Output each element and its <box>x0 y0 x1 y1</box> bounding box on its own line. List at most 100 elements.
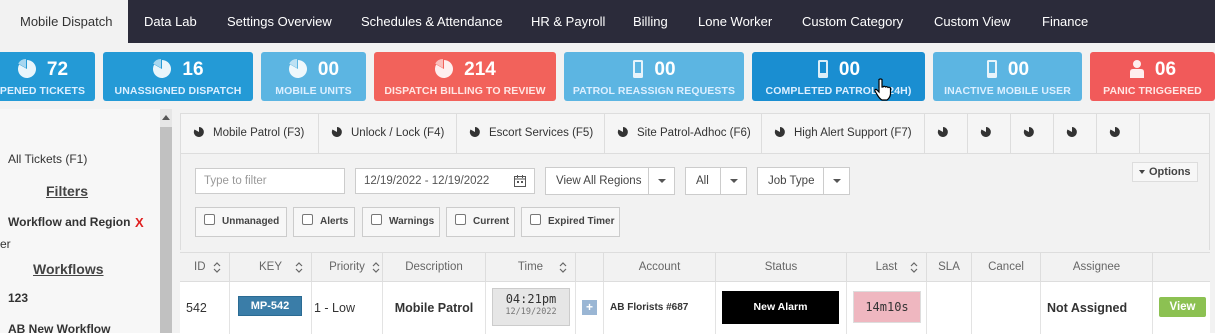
card-panic-triggered[interactable]: 06 PANIC TRIGGERED <box>1090 52 1215 101</box>
status-badge: New Alarm <box>722 291 839 324</box>
scroll-up-icon[interactable] <box>162 115 170 120</box>
all-select-value: All <box>696 175 709 187</box>
unmanaged-checkbox[interactable]: Unmanaged <box>195 207 287 237</box>
column-header-last[interactable]: Last <box>847 253 927 282</box>
column-header-cancel[interactable]: Cancel <box>972 253 1041 282</box>
tab-label: Site Patrol-Adhoc (F6) <box>637 127 751 139</box>
time-value: 04:21pm <box>505 292 557 306</box>
column-header-description[interactable]: Description <box>383 253 486 282</box>
card-label: UNASSIGNED DISPATCH <box>114 85 242 97</box>
pie-chart-icon <box>469 127 480 137</box>
sort-icon[interactable] <box>372 262 380 273</box>
date-range-input[interactable]: 12/19/2022 - 12/19/2022 <box>355 168 535 194</box>
column-header-status[interactable]: Status <box>716 253 847 282</box>
view-button[interactable]: View <box>1159 297 1206 317</box>
table-row[interactable]: 542 MP-542 1 - Low Mobile Patrol 04:21pm… <box>180 281 1210 334</box>
checkbox-box[interactable] <box>204 214 215 225</box>
filter-bar: Type to filter 12/19/2022 - 12/19/2022 V… <box>180 154 1210 250</box>
tab-settings-overview[interactable]: Settings Overview <box>227 0 332 43</box>
scrollbar-thumb[interactable] <box>160 127 172 333</box>
tab-extra-5[interactable] <box>1097 114 1140 153</box>
job-type-select[interactable]: Job Type <box>757 167 850 195</box>
sidebar-item-workflow-region[interactable]: Workflow and Region <box>8 215 130 229</box>
remove-filter-icon[interactable]: X <box>135 215 144 230</box>
search-input[interactable]: Type to filter <box>195 168 345 194</box>
tab-data-lab[interactable]: Data Lab <box>144 0 197 43</box>
warnings-checkbox[interactable]: Warnings <box>362 207 440 237</box>
header-label: Description <box>405 261 463 273</box>
column-header-assignee[interactable]: Assignee <box>1041 253 1153 282</box>
expand-plus-button[interactable]: + <box>582 300 597 315</box>
card-completed-patrols[interactable]: 00 COMPLETED PATROLS(24H) <box>752 52 925 101</box>
card-inactive-mobile-user[interactable]: 00 INACTIVE MOBILE USER <box>933 52 1082 101</box>
sort-icon[interactable] <box>559 262 567 273</box>
tab-site-patrol-adhoc[interactable]: Site Patrol-Adhoc (F6) <box>605 114 762 153</box>
checkbox-label: Current <box>473 216 510 227</box>
cell-assignee: Not Assigned <box>1041 282 1153 334</box>
checkbox-box[interactable] <box>455 214 466 225</box>
column-header-time[interactable]: Time <box>486 253 576 282</box>
tab-lone-worker[interactable]: Lone Worker <box>698 0 772 43</box>
card-unassigned-dispatch[interactable]: 16 UNASSIGNED DISPATCH <box>103 52 253 101</box>
tab-extra-4[interactable] <box>1054 114 1097 153</box>
options-button[interactable]: Options <box>1132 162 1198 182</box>
column-header-sla[interactable]: SLA <box>927 253 972 282</box>
column-header-account[interactable]: Account <box>604 253 716 282</box>
person-alert-icon <box>1129 60 1144 78</box>
tab-extra-1[interactable] <box>925 114 968 153</box>
sidebar-scrollbar[interactable] <box>160 109 172 333</box>
card-label: COMPLETED PATROLS(24H) <box>765 85 912 97</box>
checkbox-box[interactable] <box>302 214 313 225</box>
calendar-icon[interactable] <box>514 175 526 187</box>
all-select[interactable]: All <box>685 167 747 195</box>
tab-mobile-patrol[interactable]: Mobile Patrol (F3) <box>181 114 319 153</box>
tab-high-alert-support[interactable]: High Alert Support (F7) <box>762 114 925 153</box>
alerts-checkbox[interactable]: Alerts <box>293 207 355 237</box>
card-label: PENED TICKETS <box>0 85 86 97</box>
column-header-actions <box>1153 253 1210 282</box>
card-label: DISPATCH BILLING TO REVIEW <box>384 85 546 97</box>
cell-priority: 1 - Low <box>312 282 383 334</box>
card-mobile-units[interactable]: 00 MOBILE UNITS <box>261 52 366 101</box>
chevron-down-icon <box>720 168 746 194</box>
card-patrol-reassign[interactable]: 00 PATROL REASSIGN REQUESTS <box>564 52 744 101</box>
tab-billing[interactable]: Billing <box>633 0 668 43</box>
sidebar: All Tickets (F1) Filters Workflow and Re… <box>0 109 160 336</box>
region-select[interactable]: View All Regions <box>545 167 675 195</box>
current-checkbox[interactable]: Current <box>446 207 515 237</box>
key-badge[interactable]: MP-542 <box>238 296 302 316</box>
sort-icon[interactable] <box>295 262 303 273</box>
tab-finance[interactable]: Finance <box>1042 0 1088 43</box>
last-timer: 14m10s <box>853 291 921 323</box>
tab-extra-3[interactable] <box>1011 114 1054 153</box>
tab-schedules-attendance[interactable]: Schedules & Attendance <box>361 0 503 43</box>
sort-icon[interactable] <box>213 262 221 273</box>
sidebar-item-ab-new-workflow[interactable]: AB New Workflow <box>8 322 110 336</box>
sidebar-item-all-tickets[interactable]: All Tickets (F1) <box>8 152 87 166</box>
hand-cursor-icon <box>874 78 892 101</box>
column-header-id[interactable]: ID <box>180 253 230 282</box>
expired-timer-checkbox[interactable]: Expired Timer <box>521 207 620 237</box>
card-dispatch-billing[interactable]: 214 DISPATCH BILLING TO REVIEW <box>374 52 556 101</box>
tab-extra-2[interactable] <box>968 114 1011 153</box>
column-header-key[interactable]: KEY <box>230 253 312 282</box>
header-label: ID <box>194 261 206 273</box>
tab-escort-services[interactable]: Escort Services (F5) <box>457 114 605 153</box>
checkbox-box[interactable] <box>530 214 541 225</box>
chevron-down-icon <box>648 168 674 194</box>
card-opened-tickets[interactable]: 72 PENED TICKETS <box>0 52 95 101</box>
sidebar-item-workflow-123[interactable]: 123 <box>8 291 28 305</box>
tab-mobile-dispatch[interactable]: Mobile Dispatch <box>0 0 128 43</box>
tab-label: High Alert Support (F7) <box>794 127 912 139</box>
tab-unlock-lock[interactable]: Unlock / Lock (F4) <box>319 114 457 153</box>
header-label: Time <box>517 261 544 273</box>
tab-custom-category[interactable]: Custom Category <box>802 0 903 43</box>
table-header: ID KEY Priority Description Time Account… <box>180 252 1210 282</box>
tab-custom-view[interactable]: Custom View <box>934 0 1010 43</box>
checkbox-box[interactable] <box>371 214 382 225</box>
column-header-priority[interactable]: Priority <box>312 253 383 282</box>
tab-hr-payroll[interactable]: HR & Payroll <box>531 0 605 43</box>
sort-icon[interactable] <box>910 262 918 273</box>
cell-expand: + <box>576 282 604 334</box>
pie-chart-icon <box>1109 127 1120 137</box>
